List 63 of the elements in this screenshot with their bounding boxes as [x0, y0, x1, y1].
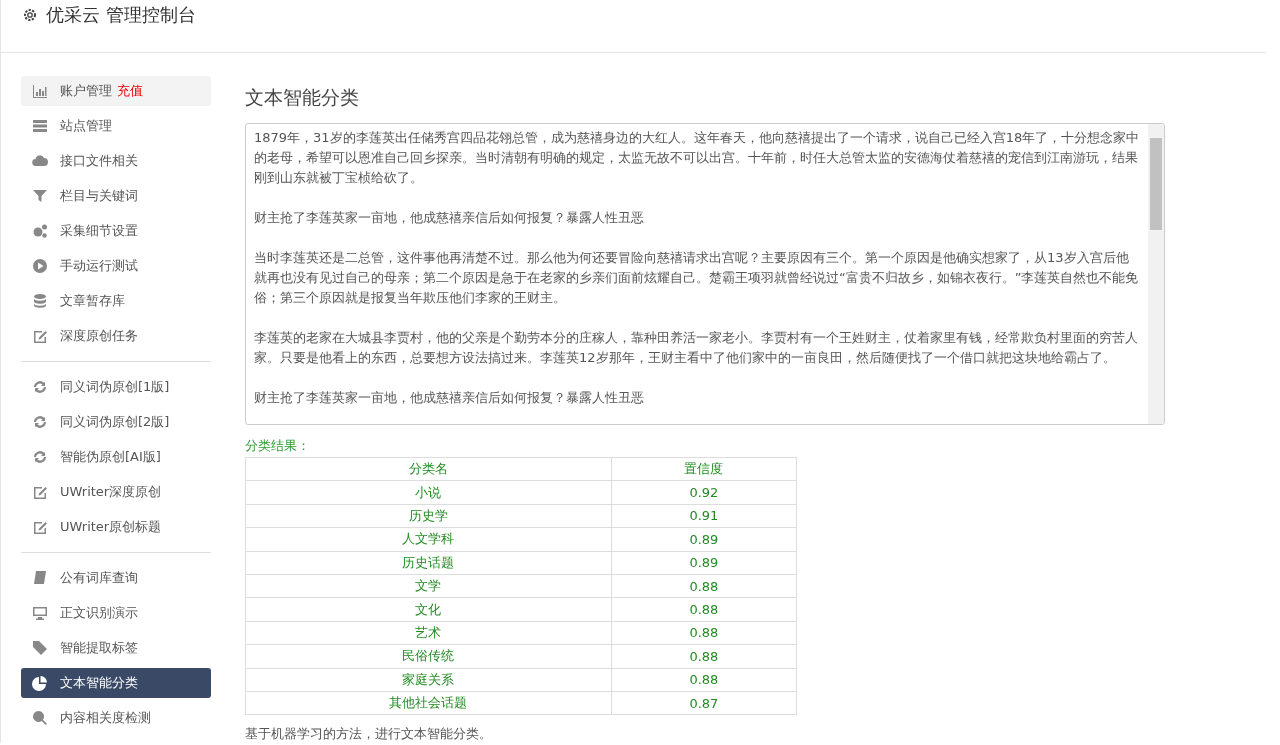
table-cell: 0.88 — [611, 574, 797, 598]
sidebar-item[interactable]: 接口文件相关 — [21, 146, 211, 176]
sidebar-item[interactable]: 账户管理 充值 — [21, 76, 211, 106]
table-cell: 家庭关系 — [245, 668, 612, 692]
pie-chart-icon — [32, 675, 48, 691]
sidebar-item[interactable]: 深度原创任务 — [21, 321, 211, 351]
table-cell: 文化 — [245, 597, 612, 622]
sidebar-item[interactable]: 智能提取标签 — [21, 633, 211, 663]
edit-icon — [32, 484, 48, 500]
table-cell: 0.91 — [611, 504, 797, 528]
edit-icon — [32, 328, 48, 344]
description-text: 基于机器学习的方法，进行文本智能分类。 — [245, 725, 493, 744]
tag-icon — [32, 640, 48, 656]
search-icon — [32, 710, 48, 726]
text-area[interactable]: 1879年，31岁的李莲英出任储秀宫四品花翎总管，成为慈禧身边的大红人。这年春天，他向慈禧提出了一个请求，说自己已经入宫18年了，十分想念家中的老母，希望可以恩准自己回乡探亲。当时清朝有明确的规定，太监无故不可以出宫。十年前，时任大总管太监的安德海仗着慈禧的宠信到江南游玩，结果刚到山东就被丁宝桢给砍了。 财主抢了李莲英家一亩地，他成慈禧亲信后如何报复？暴露人性丑恶 当时李莲英还是二总管，这件事他再清楚不过。那么他为何还要冒险向慈禧请求出宫呢？主要原因有三个。第一个原因是他确实想家了，从13岁入宫后他就再也没有见过自己的母亲；第二个原因是急于在老家的乡亲们面前炫耀自己。楚霸王项羽就曾经说过“富贵不归故乡，如锦衣夜行。”李莲英自然也不能免俗；第三个原因就是报复当年欺压他们李家的王财主。 李莲英的老家在大城县李贾村，他的父亲是个勤劳本分的庄稼人，靠种田养活一家老小。李贾村有一个王姓财主，仗着家里有钱，经常欺负村里面的穷苦人家。只要是他看上的东西，总要想方设法搞过来。李莲英12岁那年，王财主看中了他们家中的一亩良田，然后随便找了一个借口就把这块地给霸占了。 财主抢了李莲英家一亩地，他成慈禧亲信后如何报复？暴露人性丑恶 — [245, 123, 1165, 425]
table-cell: 小说 — [245, 480, 612, 505]
server-icon — [32, 118, 48, 134]
refresh-icon — [32, 414, 48, 430]
database-icon — [32, 293, 48, 309]
sidebar-item[interactable]: 智能伪原创[AI版] — [21, 442, 211, 472]
table-cell: 0.88 — [611, 597, 797, 622]
refresh-icon — [32, 449, 48, 465]
sidebar-item[interactable]: UWriter原创标题 — [21, 512, 211, 542]
chart-icon — [32, 83, 48, 99]
sidebar-item[interactable]: 栏目与关键词 — [21, 181, 211, 211]
table-cell: 0.89 — [611, 551, 797, 575]
table-cell: 0.88 — [611, 668, 797, 692]
sidebar-item[interactable]: 同义词伪原创[1版] — [21, 372, 211, 402]
sidebar-item[interactable]: 采集细节设置 — [21, 216, 211, 246]
table-cell: 民俗传统 — [245, 644, 612, 668]
table-cell: 0.92 — [611, 480, 797, 505]
app-title: 优采云 管理控制台 — [46, 4, 196, 26]
play-icon — [32, 258, 48, 274]
scrollbar[interactable] — [1148, 124, 1164, 424]
filter-icon — [32, 188, 48, 204]
table-cell: 0.88 — [611, 621, 797, 645]
edit-icon — [32, 519, 48, 535]
sidebar-item[interactable]: 手动运行测试 — [21, 251, 211, 281]
table-cell: 艺术 — [245, 621, 612, 645]
sidebar-item[interactable]: 站点管理 — [21, 111, 211, 141]
table-cell: 其他社会话题 — [245, 691, 612, 715]
table-cell: 0.89 — [611, 527, 797, 552]
monitor-icon — [32, 605, 48, 621]
sidebar-item[interactable]: 同义词伪原创[2版] — [21, 407, 211, 437]
table-cell: 0.87 — [611, 691, 797, 715]
sidebar-item[interactable]: 文章暂存库 — [21, 286, 211, 316]
column-header: 分类名 — [245, 457, 612, 481]
sidebar-item[interactable]: 公有词库查询 — [21, 563, 211, 593]
page-title: 文本智能分类 — [245, 85, 360, 110]
table-cell: 0.88 — [611, 644, 797, 668]
sidebar-item[interactable]: 内容相关度检测 — [21, 703, 211, 733]
sidebar-item[interactable]: UWriter深度原创 — [21, 477, 211, 507]
sidebar-item[interactable]: 正文识别演示 — [21, 598, 211, 628]
refresh-icon — [32, 379, 48, 395]
table-cell: 历史话题 — [245, 551, 612, 575]
table-cell: 人文学科 — [245, 527, 612, 552]
table-cell: 历史学 — [245, 504, 612, 528]
result-label: 分类结果： — [245, 437, 311, 455]
table-cell: 文学 — [245, 574, 612, 598]
settings-icon — [22, 7, 38, 23]
column-header: 置信度 — [611, 457, 797, 481]
sidebar-item[interactable]: 文本智能分类 — [21, 668, 211, 698]
cloud-upload-icon — [32, 153, 48, 169]
